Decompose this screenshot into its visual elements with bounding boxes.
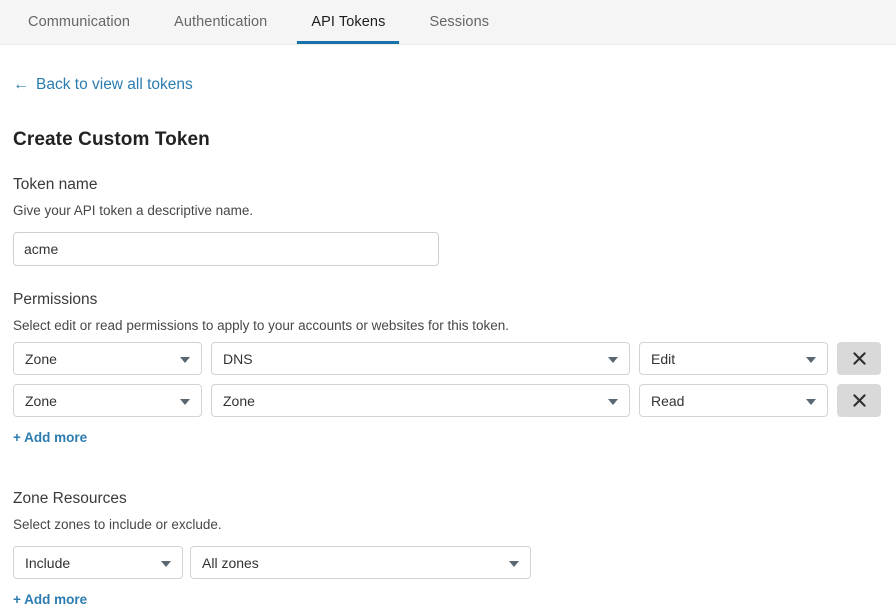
zone-mode-value: Include xyxy=(25,555,70,571)
chevron-down-icon xyxy=(180,357,190,363)
permission-access-value: Edit xyxy=(651,351,675,367)
zone-resources-description: Select zones to include or exclude. xyxy=(13,517,883,532)
tab-authentication[interactable]: Authentication xyxy=(174,0,267,44)
chevron-down-icon xyxy=(509,561,519,567)
token-name-section-title: Token name xyxy=(13,176,883,194)
tab-api-tokens[interactable]: API Tokens xyxy=(311,0,385,44)
chevron-down-icon xyxy=(161,561,171,567)
token-name-description: Give your API token a descriptive name. xyxy=(13,203,883,218)
permission-row: Zone Zone Read xyxy=(13,384,883,417)
back-link-label: Back to view all tokens xyxy=(36,76,193,94)
arrow-left-icon: ← xyxy=(13,77,29,93)
zone-resource-row: Include All zones xyxy=(13,546,883,579)
permission-group-select-1[interactable]: Zone xyxy=(13,342,202,375)
chevron-down-icon xyxy=(806,357,816,363)
permissions-description: Select edit or read permissions to apply… xyxy=(13,318,883,333)
back-to-all-tokens-link[interactable]: ← Back to view all tokens xyxy=(13,76,193,94)
zone-scope-select-1[interactable]: All zones xyxy=(190,546,531,579)
permission-access-select-2[interactable]: Read xyxy=(639,384,828,417)
chevron-down-icon xyxy=(806,399,816,405)
permission-access-value: Read xyxy=(651,393,684,409)
zone-scope-value: All zones xyxy=(202,555,259,571)
tab-label: Communication xyxy=(28,14,130,30)
tab-sessions[interactable]: Sessions xyxy=(429,0,489,44)
close-icon xyxy=(852,351,867,366)
settings-tab-bar: Communication Authentication API Tokens … xyxy=(0,0,896,45)
remove-permission-button-1[interactable] xyxy=(837,342,881,375)
permission-resource-select-2[interactable]: Zone xyxy=(211,384,630,417)
chevron-down-icon xyxy=(180,399,190,405)
create-token-page: ← Back to view all tokens Create Custom … xyxy=(0,45,896,609)
permission-resource-value: DNS xyxy=(223,351,253,367)
permission-row: Zone DNS Edit xyxy=(13,342,883,375)
tab-label: Sessions xyxy=(429,14,489,30)
permission-resource-value: Zone xyxy=(223,393,255,409)
tab-communication[interactable]: Communication xyxy=(28,0,130,44)
zone-resources-section-title: Zone Resources xyxy=(13,490,883,508)
permission-group-value: Zone xyxy=(25,393,57,409)
page-title: Create Custom Token xyxy=(13,129,883,151)
token-name-input[interactable] xyxy=(13,232,439,266)
zone-mode-select-1[interactable]: Include xyxy=(13,546,183,579)
chevron-down-icon xyxy=(608,357,618,363)
add-more-permissions-link[interactable]: + Add more xyxy=(13,430,87,445)
tab-label: API Tokens xyxy=(311,14,385,30)
section-spacer xyxy=(13,447,883,465)
permission-group-select-2[interactable]: Zone xyxy=(13,384,202,417)
remove-permission-button-2[interactable] xyxy=(837,384,881,417)
permissions-section-title: Permissions xyxy=(13,291,883,309)
chevron-down-icon xyxy=(608,399,618,405)
permission-access-select-1[interactable]: Edit xyxy=(639,342,828,375)
permission-resource-select-1[interactable]: DNS xyxy=(211,342,630,375)
tab-label: Authentication xyxy=(174,14,267,30)
add-more-zone-resources-link[interactable]: + Add more xyxy=(13,592,87,607)
close-icon xyxy=(852,393,867,408)
permission-group-value: Zone xyxy=(25,351,57,367)
